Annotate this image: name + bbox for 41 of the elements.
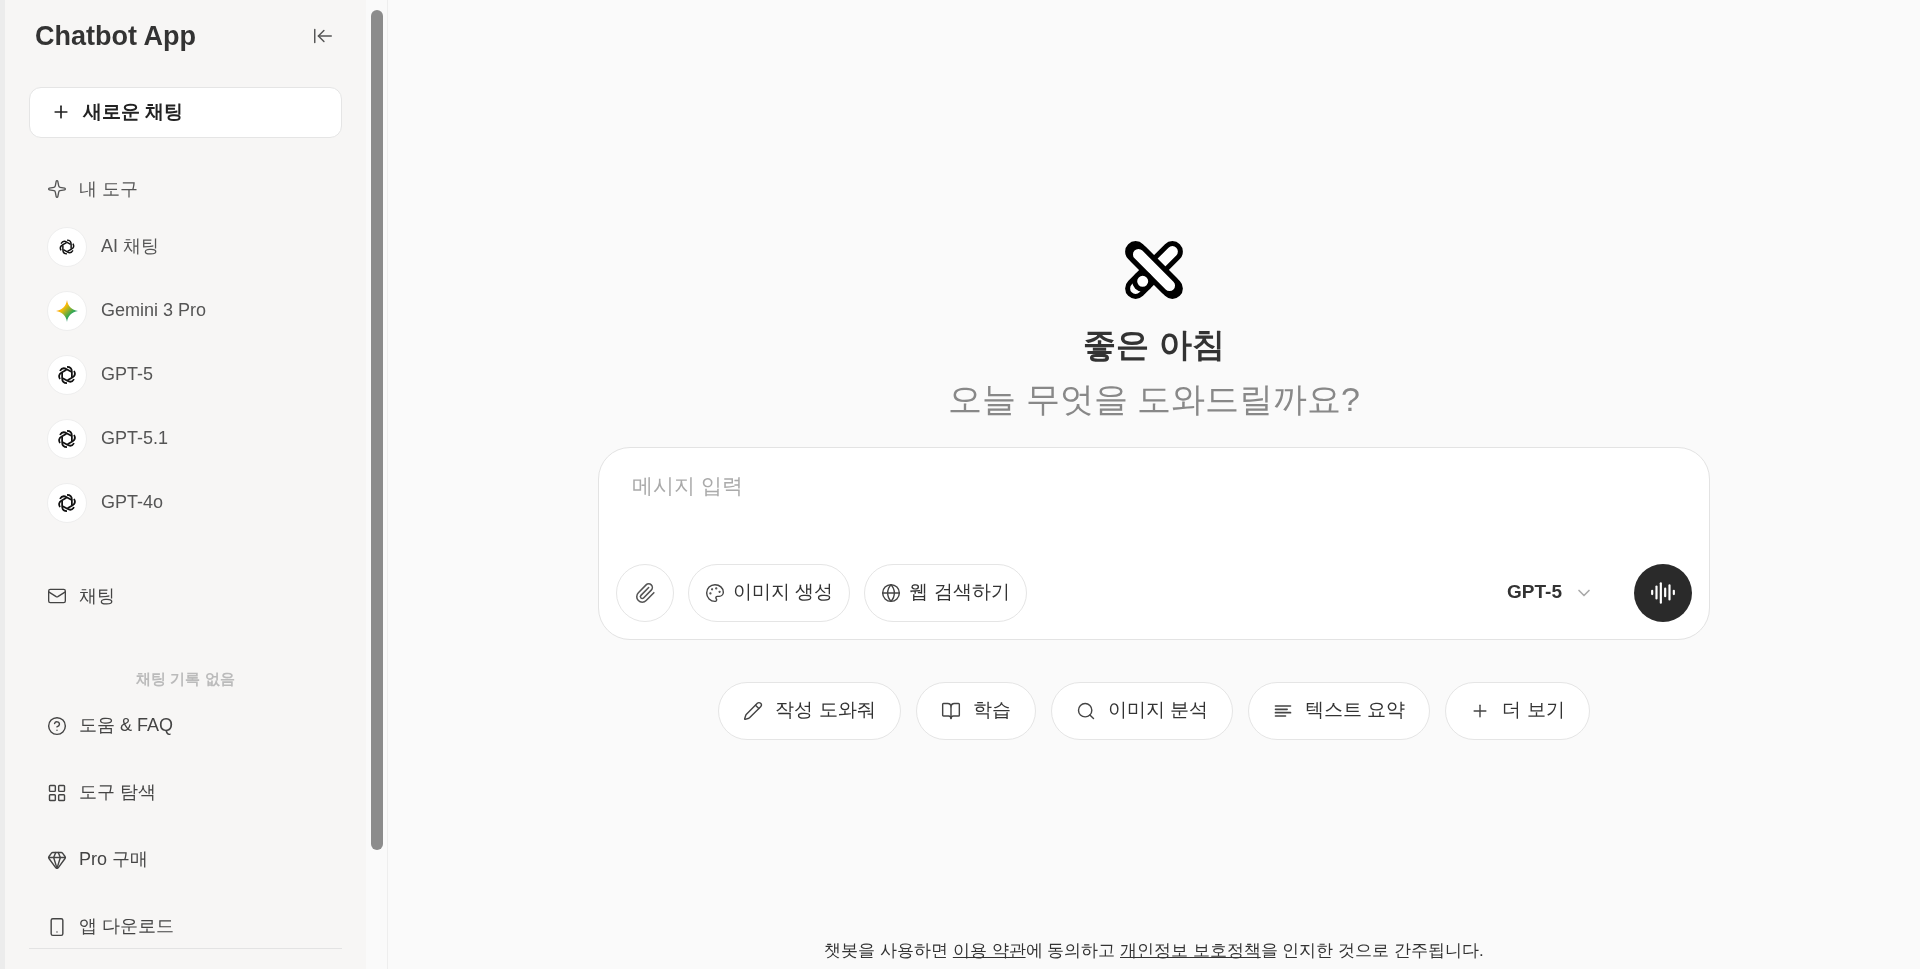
scrollbar-thumb[interactable] [370,10,383,850]
chat-nav-item[interactable]: 채팅 [29,582,342,610]
tool-item[interactable]: GPT-5 [47,354,342,395]
book-icon [940,700,961,721]
suggestion-chip[interactable]: 더 보기 [1445,681,1590,740]
globe-icon [881,582,902,603]
new-chat-button[interactable]: 새로운 채팅 [29,86,342,138]
search-icon [1075,700,1096,721]
tool-item[interactable]: GPT-5.1 [47,418,342,459]
grid-icon [47,782,67,803]
app-title: Chatbot App [35,20,196,53]
palette-icon [705,582,725,603]
mail-icon [47,586,67,606]
model-selector[interactable]: GPT-5 [1507,578,1594,607]
tool-item[interactable]: Gemini 3 Pro [47,290,342,331]
subtitle: 오늘 무엇을 도와드릴까요? [948,378,1360,420]
audio-wave-icon [1650,579,1676,606]
pencil-icon [743,700,764,721]
policy-link[interactable]: 개인정보 보호정책 [1120,940,1261,960]
sidebar-link[interactable]: 도움 & FAQ [47,712,342,739]
paperclip-icon [634,581,656,604]
sidebar-link[interactable]: 앱 다운로드 [47,913,342,940]
sidebar-link[interactable]: Pro 구매 [47,846,342,873]
policy-link[interactable]: 이용 약관 [952,940,1026,960]
sidebar-link[interactable]: 도구 탐색 [47,779,342,806]
diamond-icon [47,849,67,870]
sparkle-icon [47,179,67,199]
tool-item[interactable]: AI 채팅 [47,226,342,267]
phone-icon [47,916,67,937]
empty-history-text: 채팅 기록 없음 [136,668,235,689]
suggestion-chip[interactable]: 텍스트 요약 [1248,681,1431,740]
greeting-heading: 좋은 아침 [1083,325,1225,365]
terms-notice: 챗봇을 사용하면 이용 약관에 동의하고 개인정보 보호정책을 인지한 것으로 간주됩니다. [824,939,1484,962]
section-header: 내 도구 [79,177,138,201]
tool-item[interactable]: GPT-4o [47,482,342,523]
help-icon [47,715,67,736]
suggestion-chip[interactable]: 학습 [915,681,1036,740]
suggestion-chip[interactable]: 이미지 분석 [1050,681,1233,740]
voice-button[interactable] [1634,563,1692,622]
suggestion-chip[interactable]: 작성 도와줘 [718,681,901,740]
message-input[interactable]: 메시지 입력 [632,469,1692,501]
